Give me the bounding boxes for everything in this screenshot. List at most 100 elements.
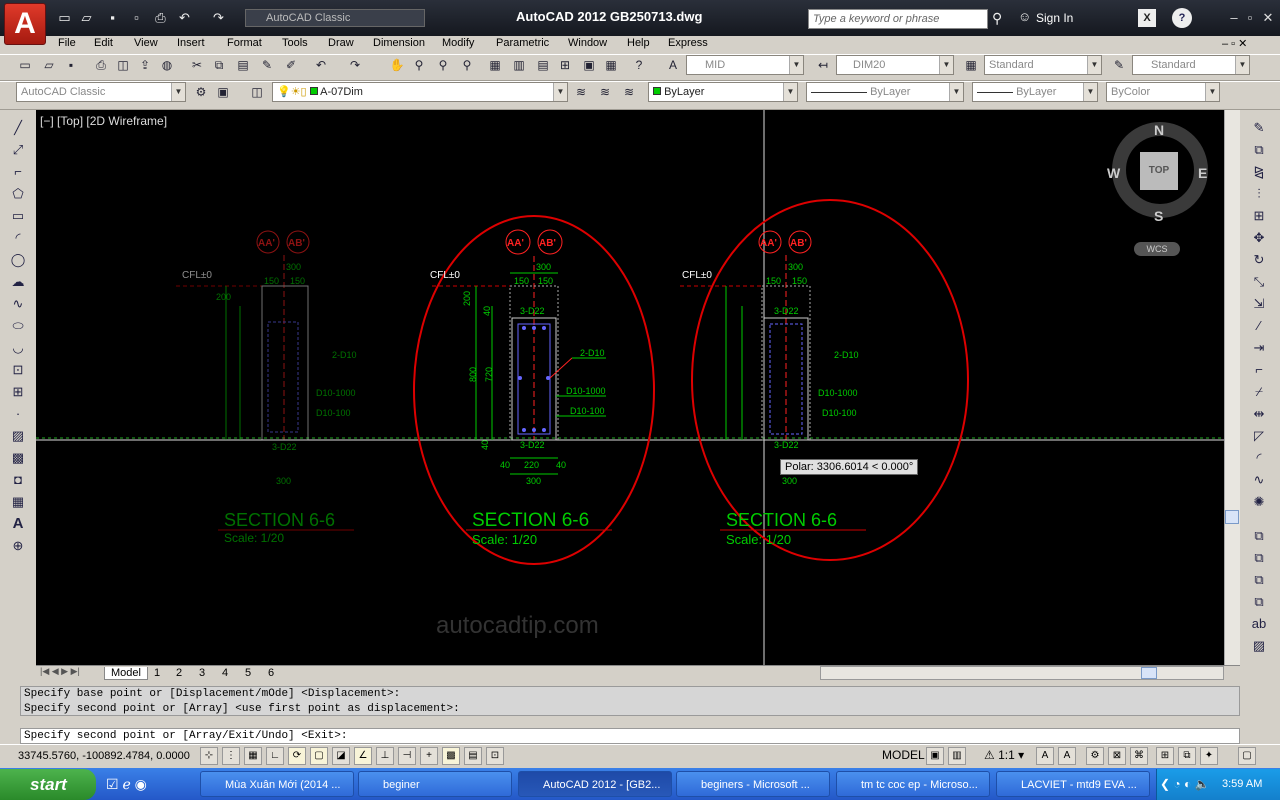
3d-osnap-icon[interactable]: ◪: [332, 747, 350, 765]
explode-icon[interactable]: ✺: [1249, 492, 1269, 512]
ellipse-icon[interactable]: ⬭: [8, 316, 28, 336]
minimize-button[interactable]: –: [1226, 10, 1242, 25]
otrack-icon[interactable]: ∠: [354, 747, 372, 765]
preview-icon[interactable]: ◫: [114, 56, 132, 74]
region-icon[interactable]: ◘: [8, 470, 28, 490]
menu-draw[interactable]: Draw: [328, 37, 354, 49]
menu-view[interactable]: View: [134, 37, 158, 49]
paste-icon[interactable]: ▤: [234, 56, 252, 74]
hardware-accel-icon[interactable]: ⌘: [1130, 747, 1148, 765]
color-combo[interactable]: ByLayer ▼: [648, 82, 798, 102]
tray-icons[interactable]: ❮ ◔ ◐ 🔈: [1160, 777, 1210, 791]
menu-dimension[interactable]: Dimension: [373, 37, 425, 49]
lock-ui-icon[interactable]: ⊠: [1108, 747, 1126, 765]
tab-layout-1[interactable]: 1: [154, 667, 160, 679]
spline-icon[interactable]: ∿: [8, 294, 28, 314]
draworder-back-icon[interactable]: ⧉: [1249, 548, 1269, 568]
zoom-previous-icon[interactable]: ⚲: [458, 56, 476, 74]
close-button[interactable]: ✕: [1260, 10, 1276, 26]
tab-layout-3[interactable]: 3: [199, 667, 205, 679]
status-tray-icon[interactable]: ⧉: [1178, 747, 1196, 765]
tab-layout-5[interactable]: 5: [245, 667, 251, 679]
auto-scale-icon[interactable]: A: [1058, 747, 1076, 765]
menu-tools[interactable]: Tools: [282, 37, 308, 49]
linetype-combo[interactable]: ByLayer ▼: [806, 82, 964, 102]
plotstyle-combo[interactable]: ByColor ▼: [1106, 82, 1220, 102]
dim-style-combo[interactable]: DIM20 ▼: [836, 55, 954, 75]
publish-icon[interactable]: ⇪: [136, 56, 154, 74]
menu-window[interactable]: Window: [568, 37, 607, 49]
menu-express[interactable]: Express: [668, 37, 708, 49]
tab-nav-arrows-icon[interactable]: |◀ ◀ ▶ ▶|: [40, 666, 80, 677]
selection-cycling-icon[interactable]: ⊡: [486, 747, 504, 765]
insert-block-icon[interactable]: ⊡: [8, 360, 28, 380]
layer-combo[interactable]: 💡☀▯ A-07Dim ▼: [272, 82, 568, 102]
circle-icon[interactable]: ◯: [8, 250, 28, 270]
tb-redo-icon[interactable]: ↷: [346, 56, 364, 74]
snap-mode-icon[interactable]: ⋮: [222, 747, 240, 765]
clean-screen-status-icon[interactable]: ▢: [1238, 747, 1256, 765]
hatch-back-icon[interactable]: ▨: [1249, 636, 1269, 656]
offset-icon[interactable]: ⫶: [1249, 184, 1269, 204]
tab-layout-6[interactable]: 6: [268, 667, 274, 679]
break-at-point-icon[interactable]: ⌐: [1249, 360, 1269, 380]
stretch-icon[interactable]: ⇲: [1249, 294, 1269, 314]
help-icon[interactable]: ?: [1172, 8, 1192, 28]
redo-icon[interactable]: ↷: [210, 9, 227, 26]
text-style-icon[interactable]: A: [664, 56, 682, 74]
blend-icon[interactable]: ∿: [1249, 470, 1269, 490]
block-editor-icon[interactable]: ✐: [282, 56, 300, 74]
quicklaunch-icons[interactable]: ☑ ℯ ◉: [106, 776, 147, 793]
make-current-layer-icon[interactable]: ≋: [572, 83, 590, 101]
annotation-scale[interactable]: ⚠ 1:1 ▾: [984, 748, 1024, 762]
line-icon[interactable]: ╱: [8, 118, 28, 138]
transparency-icon[interactable]: ▩: [442, 747, 460, 765]
erase-icon[interactable]: ✎: [1249, 118, 1269, 138]
infer-constraints-icon[interactable]: ⊹: [200, 747, 218, 765]
mleader-style-icon[interactable]: ✎: [1110, 56, 1128, 74]
point-icon[interactable]: ·: [8, 404, 28, 424]
saveas-icon[interactable]: ▫: [128, 9, 145, 26]
compass-west[interactable]: W: [1107, 165, 1120, 181]
design-center-icon[interactable]: ▥: [510, 56, 528, 74]
match-prop-icon[interactable]: ✎: [258, 56, 276, 74]
draworder-under-icon[interactable]: ⧉: [1249, 592, 1269, 612]
tab-model[interactable]: Model: [104, 667, 148, 680]
save-icon[interactable]: ▪: [104, 9, 121, 26]
open-file-icon[interactable]: ▱: [40, 56, 58, 74]
vertical-scrollbar[interactable]: [1224, 110, 1240, 666]
wcs-menu[interactable]: WCS: [1134, 242, 1180, 256]
layer-previous-icon[interactable]: ≋: [596, 83, 614, 101]
arc-icon[interactable]: ◜: [8, 228, 28, 248]
layer-states-icon[interactable]: ≋: [620, 83, 638, 101]
start-button[interactable]: start: [0, 769, 96, 800]
3d-dwf-icon[interactable]: ◍: [158, 56, 176, 74]
quick-props-icon[interactable]: ▤: [464, 747, 482, 765]
workspace-combo[interactable]: AutoCAD Classic: [245, 9, 425, 27]
menu-edit[interactable]: Edit: [94, 37, 113, 49]
mtext-icon[interactable]: A: [8, 514, 28, 534]
compass-east[interactable]: E: [1198, 165, 1207, 181]
trim-icon[interactable]: ⁄: [1249, 316, 1269, 336]
viewcube-top-face[interactable]: TOP: [1140, 152, 1178, 190]
model-space-viewport[interactable]: CFL±0 AA' AB' 200 300 150 150 2-D10 D10-…: [36, 110, 1224, 666]
horizontal-scrollbar[interactable]: [820, 666, 1224, 680]
layer-manager-icon[interactable]: ◫: [248, 83, 266, 101]
workspace-switch-icon[interactable]: ⚙: [1086, 747, 1104, 765]
ortho-mode-icon[interactable]: ∟: [266, 747, 284, 765]
calculator-icon[interactable]: ▦: [602, 56, 620, 74]
exchange-icon[interactable]: X: [1138, 9, 1156, 27]
draworder-front-icon[interactable]: ⧉: [1249, 526, 1269, 546]
task-autocad[interactable]: AutoCAD 2012 - [GB2...: [518, 771, 672, 797]
workspace-toolbar-combo[interactable]: AutoCAD Classic ▼: [16, 82, 186, 102]
viewport-controls-label[interactable]: [−] [Top] [2D Wireframe]: [40, 114, 167, 128]
scale-icon[interactable]: ⤡: [1249, 272, 1269, 292]
coordinate-readout[interactable]: 33745.5760, -100892.4784, 0.0000: [18, 750, 190, 762]
revcloud-icon[interactable]: ☁: [8, 272, 28, 292]
undo-icon[interactable]: ↶: [176, 9, 193, 26]
draworder-above-icon[interactable]: ⧉: [1249, 570, 1269, 590]
task-music-player[interactable]: Mùa Xuân Mới (2014 ...: [200, 771, 354, 797]
lineweight-toggle-icon[interactable]: +: [420, 747, 438, 765]
table-style-combo[interactable]: Standard ▼: [984, 55, 1102, 75]
compass-north[interactable]: N: [1154, 122, 1164, 138]
